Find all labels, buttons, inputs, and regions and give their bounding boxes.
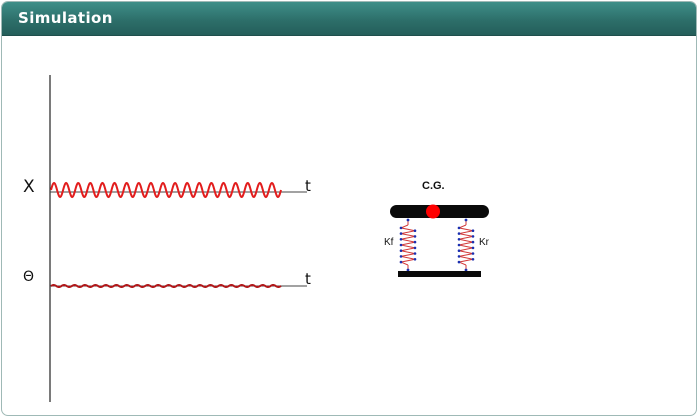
spring-coil [399,224,416,266]
rear-spring [457,218,475,272]
spring-node [471,252,475,255]
rear-spring-label: Kr [479,237,490,248]
spring-mount-node [406,218,410,222]
spring-node [457,226,461,230]
spring-node [457,243,461,247]
spring-mount-node [406,268,410,272]
spring-mount-node [464,218,468,222]
spring-node [399,232,403,235]
spring-coil [457,224,474,266]
vehicle-model: C.G. Kf Kr [384,180,490,277]
spring-node [471,240,475,244]
spring-node [413,246,417,250]
spring-node [399,238,403,241]
spring-node [399,249,403,252]
spring-node [457,232,461,235]
spring-node [413,229,417,232]
x-trace-t-label: t [305,177,311,195]
spring-node [471,246,475,250]
x-axis-label: X [23,177,35,197]
front-spring-label: Kf [384,237,394,248]
spring-node [471,229,475,232]
spring-node [457,255,461,258]
spring-node [399,260,403,264]
theta-axis-label: Θ [23,269,34,285]
spring-node [413,235,417,238]
spring-node [413,252,417,255]
spring-node [471,258,475,261]
spring-node [399,226,403,230]
theta-trace-t-label: t [305,270,311,288]
spring-mount-node [464,268,468,272]
spring-node [413,240,417,244]
cg-label: C.G. [422,180,445,192]
spring-node [457,249,461,252]
spring-node [457,260,461,264]
spring-node [471,235,475,238]
spring-node [457,238,461,241]
spring-node [413,258,417,261]
ground-base-bar [398,271,481,277]
theta-pitch-wave [50,283,282,289]
center-of-gravity-dot [426,204,440,219]
x-displacement-wave [50,181,282,199]
simulation-canvas: X t Θ t C.G. Kf Kr [23,75,490,402]
spring-node [399,255,403,258]
front-spring [399,218,417,272]
spring-node [399,243,403,247]
